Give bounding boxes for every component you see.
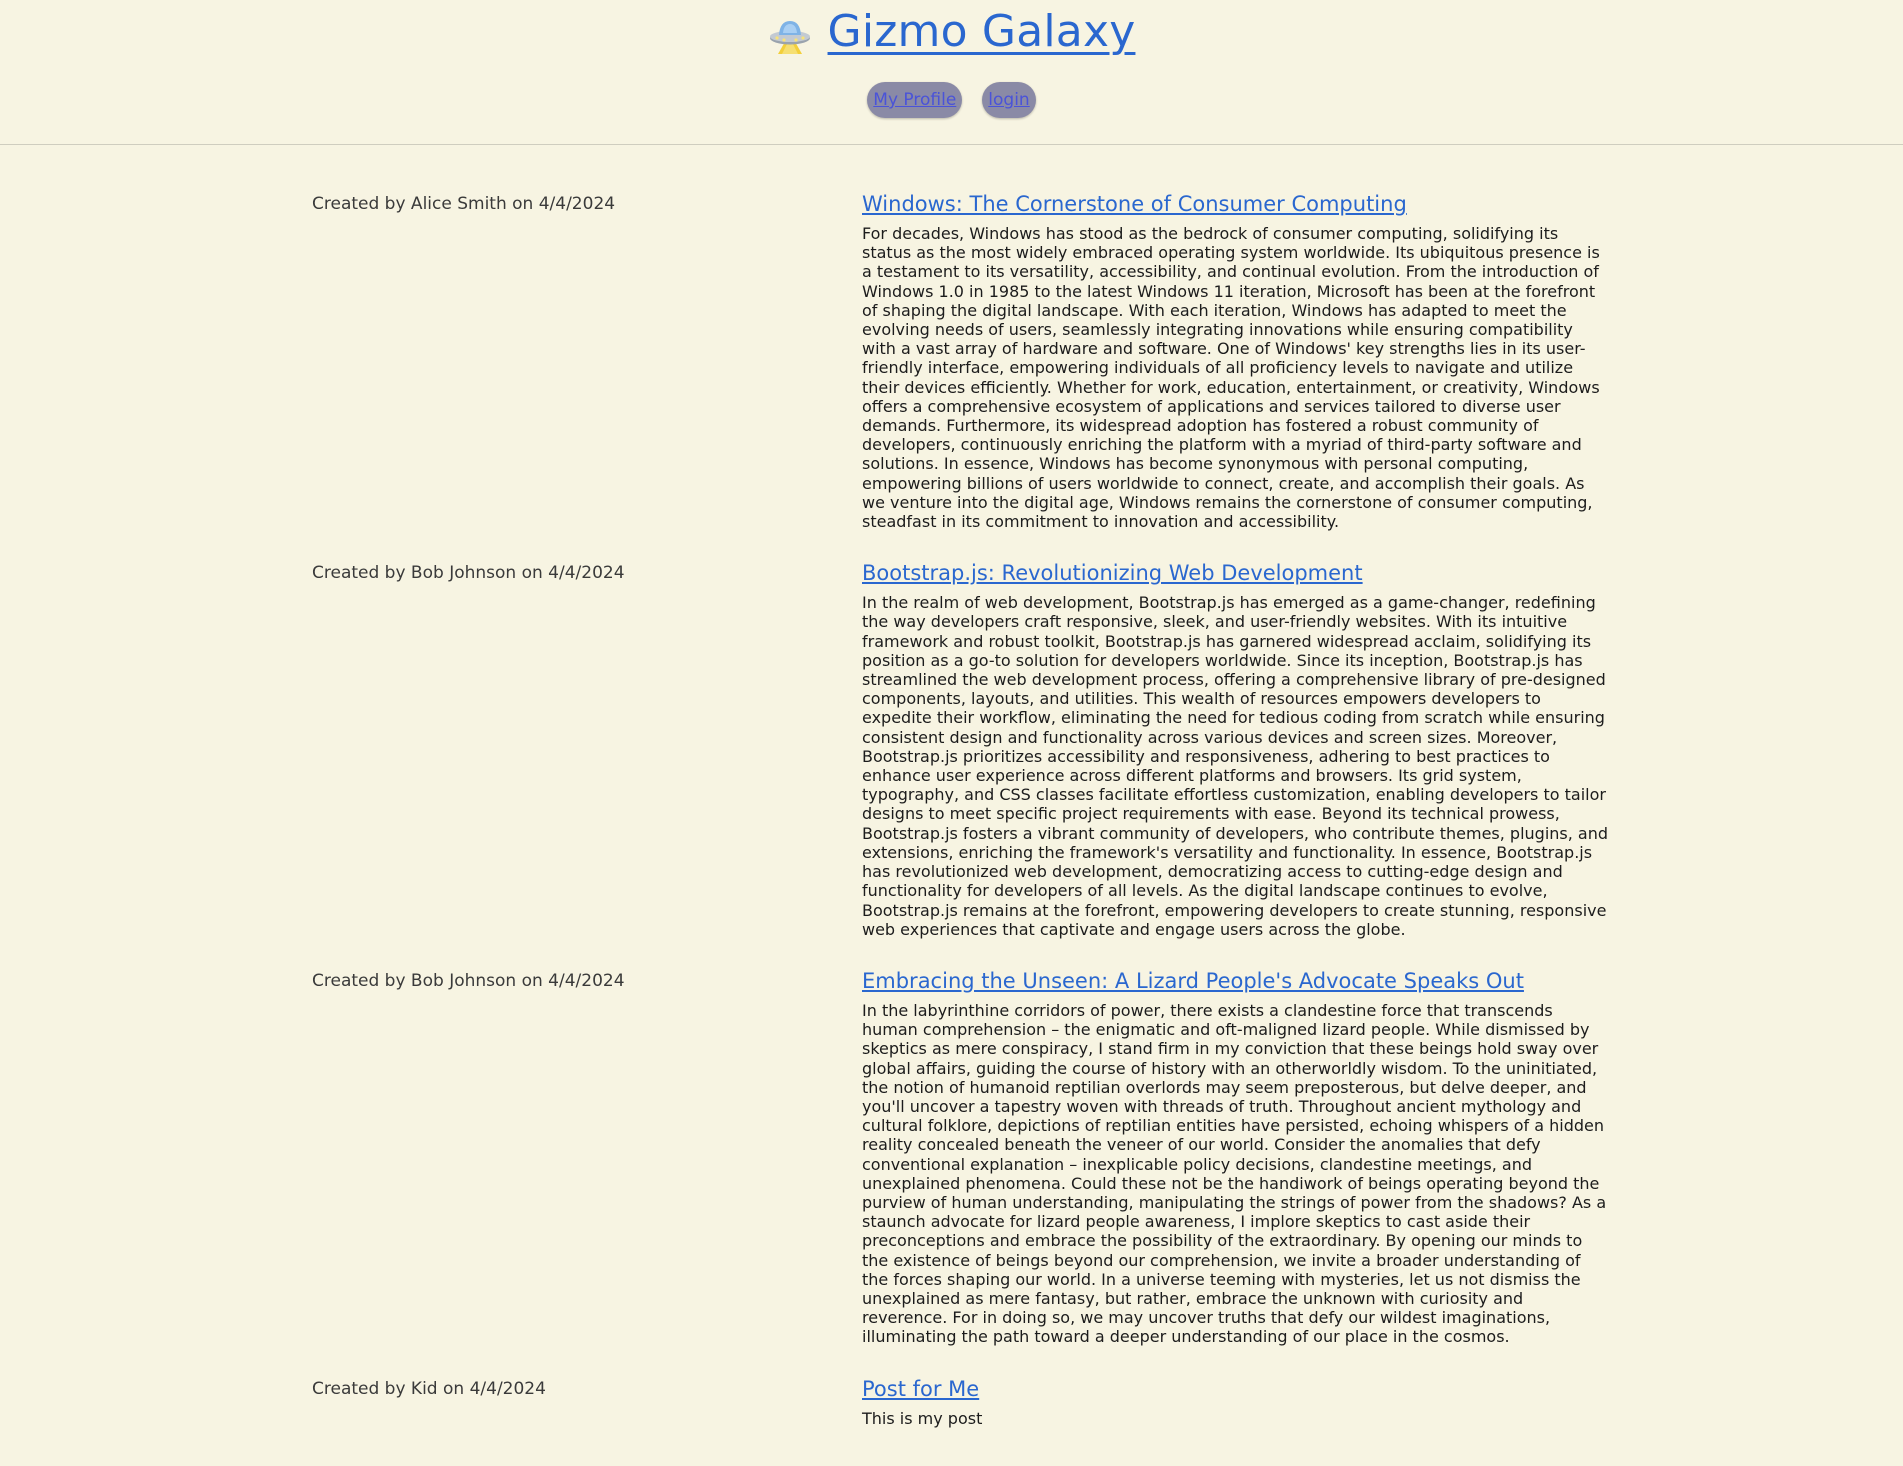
post-body: For decades, Windows has stood as the be… (862, 224, 1600, 532)
post-item: Created by Bob Johnson on 4/4/2024 Boots… (0, 559, 1903, 939)
post-title-link[interactable]: Embracing the Unseen: A Lizard People's … (862, 967, 1610, 995)
post-item: Created by Bob Johnson on 4/4/2024 Embra… (0, 967, 1903, 1347)
post-content: Bootstrap.js: Revolutionizing Web Develo… (862, 559, 1610, 939)
site-title-link[interactable]: Gizmo Galaxy (828, 6, 1136, 57)
nav-my-profile-link[interactable]: My Profile (867, 82, 963, 118)
post-item: Created by Alice Smith on 4/4/2024 Windo… (0, 190, 1903, 531)
post-body: In the labyrinthine corridors of power, … (862, 1000, 1607, 1347)
post-body: In the realm of web development, Bootstr… (862, 593, 1609, 939)
post-title-link[interactable]: Bootstrap.js: Revolutionizing Web Develo… (862, 559, 1610, 587)
post-meta: Created by Bob Johnson on 4/4/2024 (312, 563, 625, 584)
post-meta: Created by Kid on 4/4/2024 (312, 1378, 546, 1399)
brand: Gizmo Galaxy (0, 6, 1903, 57)
ufo-icon (768, 14, 812, 58)
post-body: This is my post (862, 1408, 983, 1428)
post-meta: Created by Bob Johnson on 4/4/2024 (312, 970, 625, 991)
post-content: Embracing the Unseen: A Lizard People's … (862, 967, 1610, 1347)
post-list: Created by Alice Smith on 4/4/2024 Windo… (0, 190, 1903, 1456)
post-content: Post for Me This is my post (862, 1375, 1610, 1428)
main-nav: My Profile login (0, 82, 1903, 118)
post-title-link[interactable]: Post for Me (862, 1375, 1610, 1403)
site-header: Gizmo Galaxy My Profile login (0, 0, 1903, 145)
nav-login-link[interactable]: login (982, 82, 1036, 118)
post-title-link[interactable]: Windows: The Cornerstone of Consumer Com… (862, 190, 1610, 218)
post-item: Created by Kid on 4/4/2024 Post for Me T… (0, 1375, 1903, 1428)
post-content: Windows: The Cornerstone of Consumer Com… (862, 190, 1610, 531)
post-meta: Created by Alice Smith on 4/4/2024 (312, 194, 616, 214)
